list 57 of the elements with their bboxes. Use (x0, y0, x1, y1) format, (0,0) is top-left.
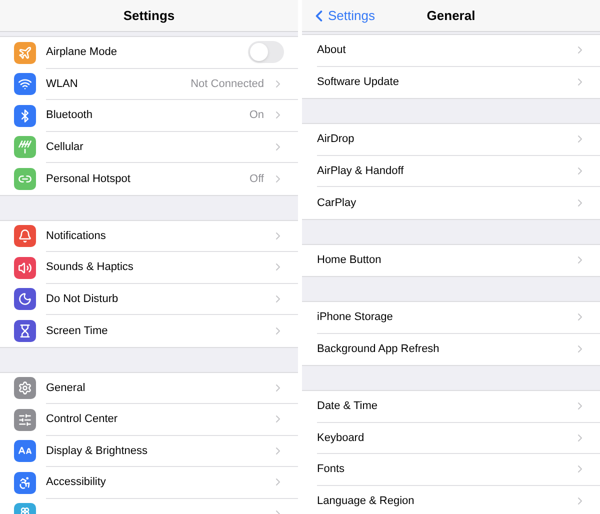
row-label: WLAN (46, 76, 79, 92)
row-label: Control Center (46, 412, 119, 427)
row-label: Personal Hotspot (46, 172, 132, 186)
settings-row[interactable]: Accessibility (0, 467, 298, 498)
settings-row[interactable]: Do Not Disturb (0, 284, 298, 315)
settings-row[interactable]: AirPlay & Handoff (302, 156, 600, 187)
settings-row[interactable]: Control Center (0, 404, 298, 436)
row-label: AirPlay & Handoff (317, 164, 405, 178)
row-label: Do Not Disturb (46, 292, 120, 306)
settings-row[interactable]: Home Button (302, 244, 600, 276)
row-label: Display & Brightness (46, 444, 148, 458)
settings-row[interactable]: Date & Time (302, 391, 600, 422)
settings-row[interactable]: Screen Time (0, 315, 298, 346)
row-label: Accessibility (46, 475, 107, 490)
row-label: Date & Time (317, 399, 379, 414)
settings-row[interactable]: Display & Brightness (0, 436, 298, 467)
row-label: Sounds & Haptics (46, 260, 134, 275)
settings-row[interactable]: Background App Refresh (302, 334, 600, 365)
settings-row[interactable]: CarPlay (302, 187, 600, 218)
settings-row[interactable]: Airplane Mode (0, 37, 298, 68)
settings-row[interactable]: Language & Region (302, 486, 600, 514)
row-label: General (46, 380, 86, 396)
row-label: Notifications (46, 228, 107, 244)
row-label: iPhone Storage (317, 310, 394, 325)
settings-row[interactable]: Personal Hotspot Off (0, 163, 298, 194)
row-label: CarPlay (317, 196, 358, 210)
settings-row[interactable]: Cellular (0, 132, 298, 163)
settings-row[interactable]: iPhone Storage (302, 302, 600, 334)
row-value: On (249, 108, 264, 123)
settings-row[interactable]: Sounds & Haptics (0, 252, 298, 284)
row-label: Bluetooth (46, 108, 94, 123)
row-label: Fonts (317, 462, 346, 477)
settings-row[interactable]: Fonts (302, 454, 600, 486)
back-button[interactable]: Settings (310, 6, 375, 26)
row-label: About (317, 43, 347, 58)
row-label: Screen Time (46, 324, 109, 338)
settings-row[interactable]: WLAN Not Connected (0, 68, 298, 100)
settings-row[interactable]: Bluetooth On (0, 100, 298, 132)
row-value: Off (250, 172, 264, 186)
row-label: Home Button (317, 253, 382, 268)
row-label: Language & Region (317, 494, 416, 509)
row-label: Cellular (46, 140, 84, 154)
row-label: Software Update (317, 75, 400, 90)
settings-row[interactable]: Keyboard (302, 422, 600, 454)
row-label: AirDrop (317, 132, 356, 147)
settings-row[interactable]: About (302, 35, 600, 66)
row-label: Airplane Mode (46, 45, 118, 60)
settings-row[interactable]: General (0, 372, 298, 404)
toggle-switch[interactable] (248, 41, 284, 64)
settings-row[interactable]: AirDrop (302, 124, 600, 156)
row-value: Not Connected (190, 76, 264, 92)
nav-title: General (426, 6, 476, 25)
nav-title: Settings (123, 6, 175, 25)
row-label: Keyboard (317, 430, 366, 446)
row-label: Background App Refresh (317, 342, 440, 357)
settings-row[interactable]: Software Update (302, 66, 600, 98)
settings-row[interactable]: Notifications (0, 220, 298, 252)
